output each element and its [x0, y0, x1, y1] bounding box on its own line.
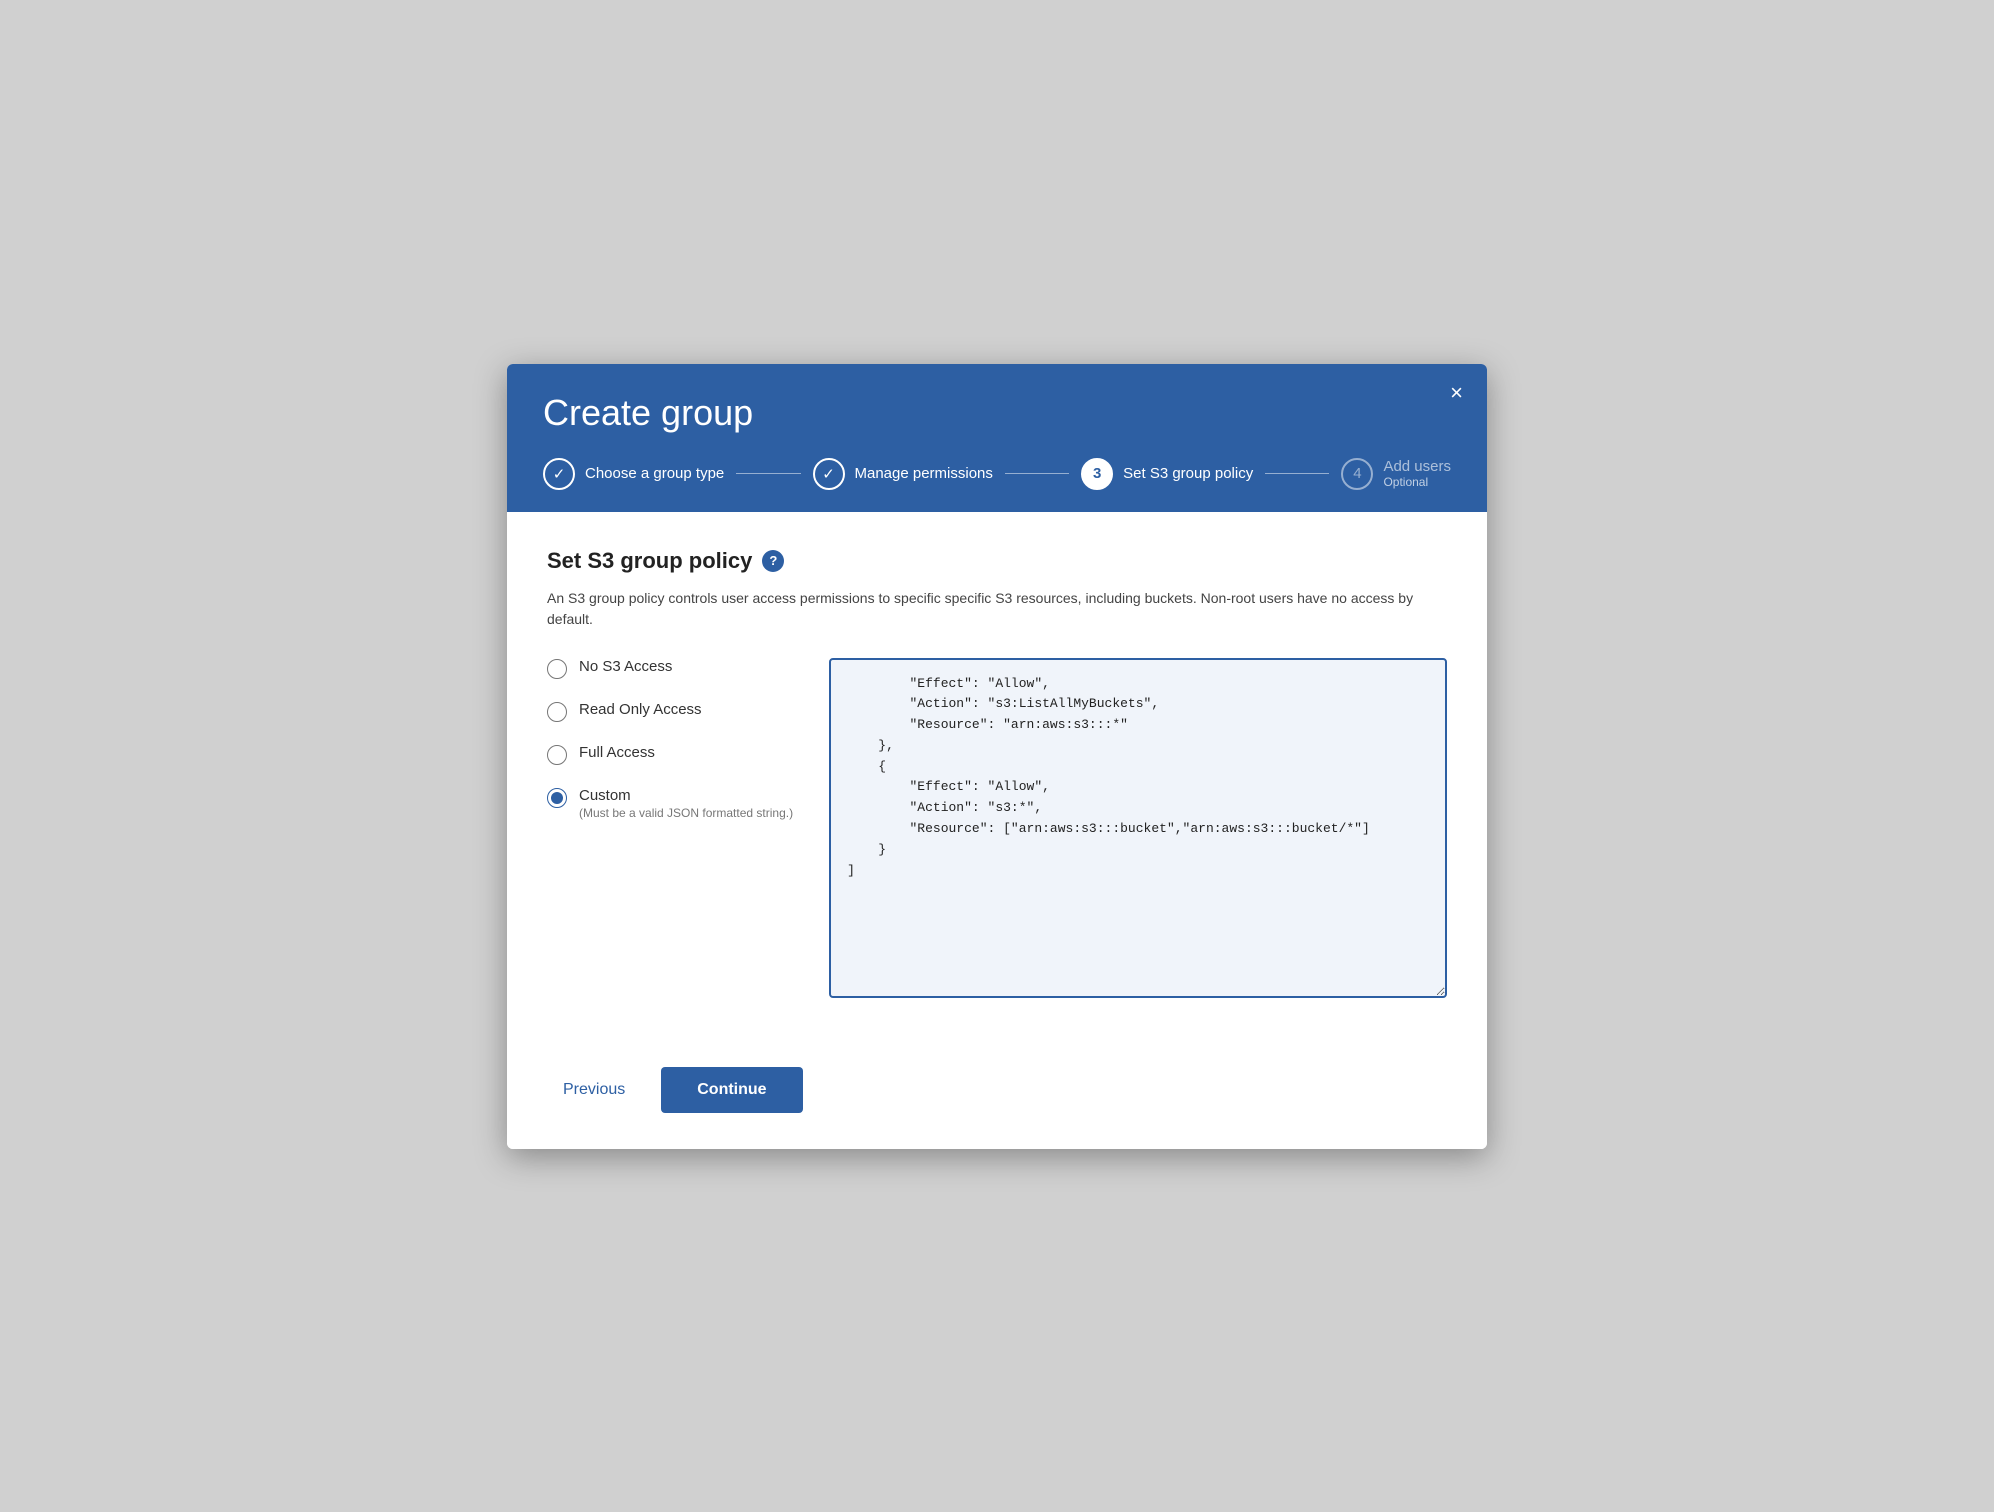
- json-policy-editor[interactable]: "Effect": "Allow", "Action": "s3:ListAll…: [829, 658, 1447, 998]
- step-2-circle: ✓: [813, 458, 845, 490]
- modal-body: Set S3 group policy ? An S3 group policy…: [507, 512, 1487, 1035]
- step-3-circle: 3: [1081, 458, 1113, 490]
- radio-label-full-access: Full Access: [579, 744, 655, 761]
- step-add-users: 4 Add users Optional: [1341, 458, 1451, 490]
- help-icon[interactable]: ?: [762, 550, 784, 572]
- step-set-s3-policy: 3 Set S3 group policy: [1081, 458, 1253, 490]
- radio-full-access[interactable]: Full Access: [547, 744, 793, 765]
- radio-group: No S3 Access Read Only Access Full Acces…: [547, 658, 793, 820]
- step-choose-group-type: ✓ Choose a group type: [543, 458, 724, 490]
- previous-button[interactable]: Previous: [547, 1071, 641, 1109]
- radio-label-read-only-access: Read Only Access: [579, 701, 702, 718]
- step-1-label: Choose a group type: [585, 465, 724, 482]
- modal-footer: Previous Continue: [507, 1035, 1487, 1149]
- step-3-label: Set S3 group policy: [1123, 465, 1253, 482]
- step-connector-1: [736, 473, 800, 474]
- step-connector-2: [1005, 473, 1069, 474]
- radio-no-s3-access[interactable]: No S3 Access: [547, 658, 793, 679]
- close-button[interactable]: ×: [1450, 382, 1463, 404]
- radio-read-only-access[interactable]: Read Only Access: [547, 701, 793, 722]
- step-4-sublabel: Optional: [1383, 475, 1451, 489]
- radio-label-custom: Custom (Must be a valid JSON formatted s…: [579, 787, 793, 820]
- step-2-label: Manage permissions: [855, 465, 993, 482]
- create-group-modal: × Create group ✓ Choose a group type ✓ M…: [507, 364, 1487, 1149]
- section-description: An S3 group policy controls user access …: [547, 588, 1447, 630]
- step-1-circle: ✓: [543, 458, 575, 490]
- steps-container: ✓ Choose a group type ✓ Manage permissio…: [543, 458, 1451, 512]
- radio-custom[interactable]: Custom (Must be a valid JSON formatted s…: [547, 787, 793, 820]
- step-4-label: Add users Optional: [1383, 458, 1451, 489]
- modal-header: × Create group ✓ Choose a group type ✓ M…: [507, 364, 1487, 512]
- step-connector-3: [1265, 473, 1329, 474]
- step-4-circle: 4: [1341, 458, 1373, 490]
- radio-input-read-only-access[interactable]: [547, 702, 567, 722]
- json-editor-wrapper: "Effect": "Allow", "Action": "s3:ListAll…: [829, 658, 1447, 1003]
- step-manage-permissions: ✓ Manage permissions: [813, 458, 993, 490]
- radio-label-no-s3-access: No S3 Access: [579, 658, 672, 675]
- radio-custom-sublabel: (Must be a valid JSON formatted string.): [579, 806, 793, 820]
- radio-input-custom[interactable]: [547, 788, 567, 808]
- continue-button[interactable]: Continue: [661, 1067, 802, 1113]
- section-title: Set S3 group policy ?: [547, 548, 1447, 574]
- content-area: No S3 Access Read Only Access Full Acces…: [547, 658, 1447, 1003]
- radio-input-full-access[interactable]: [547, 745, 567, 765]
- modal-title: Create group: [543, 392, 1451, 434]
- radio-input-no-s3-access[interactable]: [547, 659, 567, 679]
